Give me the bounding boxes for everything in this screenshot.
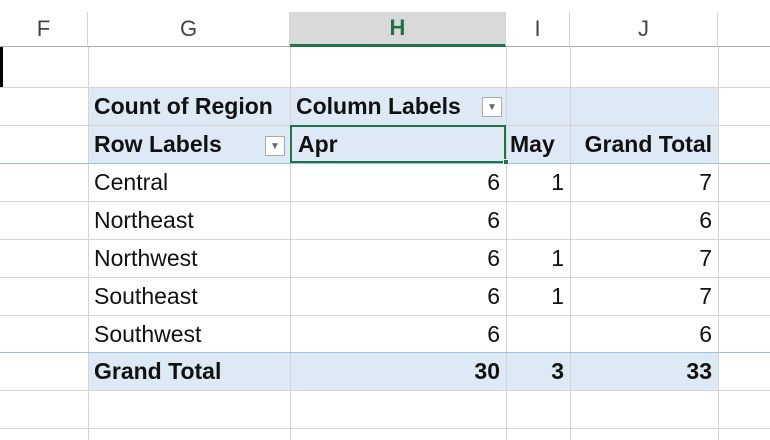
- chevron-down-icon: ▼: [487, 101, 497, 113]
- col-header-may: May: [510, 130, 555, 157]
- column-header-i[interactable]: I: [506, 12, 570, 47]
- row-filter-dropdown[interactable]: ▼: [265, 136, 285, 156]
- may-value[interactable]: 1: [506, 163, 570, 201]
- row-labels-header: Row Labels: [94, 130, 222, 157]
- column-header-j[interactable]: J: [570, 12, 718, 47]
- chevron-down-icon: ▼: [270, 140, 280, 152]
- row-label[interactable]: Northeast: [88, 201, 200, 239]
- value-field-label: Count of Region: [94, 92, 273, 119]
- apr-value[interactable]: 6: [290, 163, 506, 201]
- total-value[interactable]: 6: [570, 315, 718, 353]
- selected-cell-apr[interactable]: Apr: [290, 125, 506, 163]
- row-indicator: [0, 47, 3, 87]
- row-label[interactable]: Central: [88, 163, 174, 201]
- total-value[interactable]: 7: [570, 277, 718, 315]
- grand-total-label[interactable]: Grand Total: [88, 352, 227, 390]
- column-header-h[interactable]: H: [290, 12, 506, 47]
- may-value[interactable]: 1: [506, 277, 570, 315]
- column-header-f[interactable]: F: [0, 12, 88, 47]
- may-value[interactable]: [506, 201, 570, 239]
- column-filter-dropdown[interactable]: ▼: [482, 97, 502, 117]
- may-value[interactable]: [506, 315, 570, 353]
- may-value[interactable]: 1: [506, 239, 570, 277]
- grand-total-may[interactable]: 3: [506, 352, 570, 390]
- total-value[interactable]: 7: [570, 239, 718, 277]
- row-label[interactable]: Southwest: [88, 315, 207, 353]
- apr-value[interactable]: 6: [290, 239, 506, 277]
- apr-value[interactable]: 6: [290, 201, 506, 239]
- grand-total-apr[interactable]: 30: [290, 352, 506, 390]
- apr-value[interactable]: 6: [290, 277, 506, 315]
- column-header-k[interactable]: [718, 12, 770, 47]
- column-header-g[interactable]: G: [88, 12, 290, 47]
- grand-total-total[interactable]: 33: [570, 352, 718, 390]
- row-label[interactable]: Northwest: [88, 239, 204, 277]
- column-labels-header: Column Labels: [296, 92, 461, 119]
- row-label[interactable]: Southeast: [88, 277, 204, 315]
- total-value[interactable]: 7: [570, 163, 718, 201]
- col-header-grand-total: Grand Total: [584, 130, 712, 157]
- apr-value[interactable]: 6: [290, 315, 506, 353]
- total-value[interactable]: 6: [570, 201, 718, 239]
